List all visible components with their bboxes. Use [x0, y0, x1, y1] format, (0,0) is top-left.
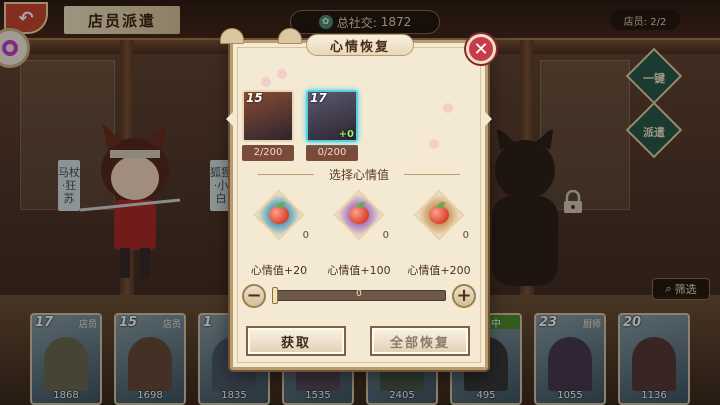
character-portrait-selected[interactable]: 17 +0: [306, 90, 358, 142]
mood-restore-dialog: 心情恢复 ✕ 15 2/200 17 +0 0/200 选择心情值 0 心情值+…: [220, 28, 496, 370]
restore-all-button[interactable]: 全部恢复: [370, 326, 470, 356]
peach-icon: [333, 189, 385, 241]
sakura-decoration: [429, 139, 439, 149]
item-count: 0: [462, 230, 469, 241]
character-mood: 0/200: [306, 145, 358, 161]
mood-item-100[interactable]: 0 心情值+100: [323, 186, 395, 278]
item-label: 心情值+100: [327, 264, 391, 277]
minus-button[interactable]: −: [242, 284, 266, 308]
mood-gain: +0: [338, 129, 354, 140]
item-label: 心情值+20: [250, 264, 308, 277]
mood-item-200[interactable]: 0 心情值+200: [403, 186, 475, 278]
plus-button[interactable]: +: [452, 284, 476, 308]
sakura-decoration: [443, 103, 453, 113]
item-count: 0: [302, 230, 309, 241]
close-x-icon[interactable]: ✕: [466, 34, 496, 64]
item-count: 0: [382, 230, 389, 241]
character-level: 17: [310, 91, 327, 105]
mood-item-20[interactable]: 0 心情值+20: [243, 186, 315, 278]
quantity-slider: − 0 +: [242, 284, 476, 308]
character-portrait[interactable]: 15: [242, 90, 294, 142]
character-selector: 15 2/200 17 +0 0/200: [242, 90, 382, 162]
action-buttons: 获取 全部恢复: [230, 326, 488, 356]
next-arrow-icon[interactable]: [483, 110, 492, 128]
slider-track[interactable]: 0: [272, 287, 446, 304]
peach-fruit: [269, 206, 289, 224]
item-label: 心情值+200: [407, 264, 471, 277]
get-button[interactable]: 获取: [246, 326, 346, 356]
character-slot[interactable]: 17 +0 0/200: [306, 90, 358, 161]
mood-item-list: 0 心情值+20 0 心情值+100 0 心情值+200: [230, 186, 488, 278]
peach-fruit: [429, 206, 449, 224]
section-title: 选择心情值: [230, 166, 488, 183]
peach-fruit: [349, 206, 369, 224]
character-level: 15: [246, 91, 263, 105]
sakura-decoration: [277, 69, 287, 79]
character-slot[interactable]: 15 2/200: [242, 90, 294, 161]
peach-icon: [253, 189, 305, 241]
character-mood: 2/200: [242, 145, 294, 161]
dialog-title: 心情恢复: [306, 34, 414, 56]
slider-value: 0: [356, 289, 362, 299]
peach-icon: [413, 189, 465, 241]
prev-arrow-icon[interactable]: [226, 110, 235, 128]
sakura-decoration: [261, 77, 271, 87]
